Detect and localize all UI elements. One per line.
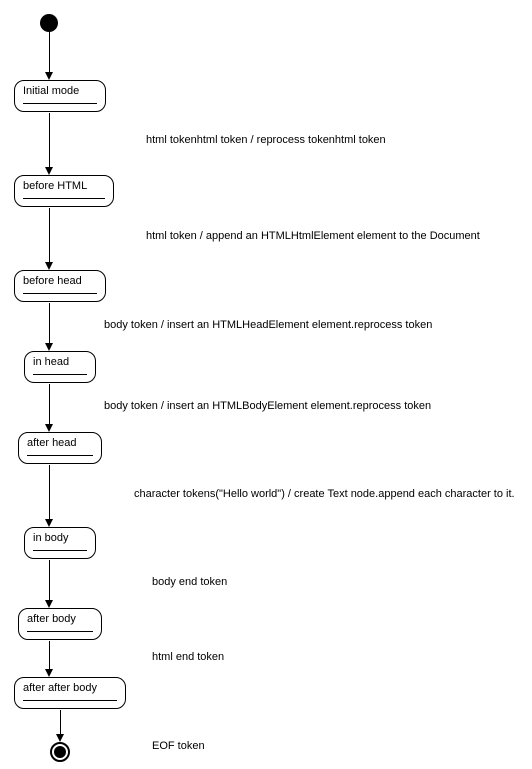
transition-label: html token / append an HTMLHtmlElement e… — [146, 230, 480, 242]
arrow-head-icon — [56, 734, 64, 742]
transition-label: body token / insert an HTMLHeadElement e… — [104, 319, 432, 331]
arrow-line — [49, 465, 50, 519]
arrow-line — [60, 710, 61, 734]
arrow-line — [49, 32, 50, 72]
state-label: in body — [33, 532, 87, 544]
arrow-head-icon — [45, 343, 53, 351]
transition-label: body end token — [152, 576, 227, 588]
state-divider — [33, 550, 87, 551]
arrow-head-icon — [45, 72, 53, 80]
arrow-line — [49, 208, 50, 262]
state-label: before HTML — [23, 180, 105, 192]
state-label: in head — [33, 356, 87, 368]
transition-label: character tokens("Hello world") / create… — [134, 488, 515, 500]
state-in-body: in body — [24, 527, 96, 559]
state-divider — [23, 293, 97, 294]
final-node — [50, 742, 70, 762]
state-after-head: after head — [18, 432, 102, 464]
state-after-after-body: after after body — [14, 677, 126, 709]
arrow-line — [49, 641, 50, 669]
initial-node — [40, 14, 58, 32]
state-diagram: Initial mode html tokenhtml token / repr… — [0, 0, 532, 769]
state-divider — [23, 103, 97, 104]
transition-label: EOF token — [152, 740, 205, 752]
state-label: after after body — [23, 682, 117, 694]
state-label: before head — [23, 275, 97, 287]
transition-label: html tokenhtml token / reprocess tokenht… — [146, 134, 386, 146]
arrow-head-icon — [45, 167, 53, 175]
arrow-line — [49, 384, 50, 424]
state-in-head: in head — [24, 351, 96, 383]
state-divider — [27, 455, 93, 456]
arrow-head-icon — [45, 669, 53, 677]
arrow-line — [49, 560, 50, 600]
transition-label: body token / insert an HTMLBodyElement e… — [104, 400, 431, 412]
state-before-head: before head — [14, 270, 106, 302]
state-label: Initial mode — [23, 85, 97, 97]
arrow-head-icon — [45, 424, 53, 432]
arrow-head-icon — [45, 600, 53, 608]
state-initial-mode: Initial mode — [14, 80, 106, 112]
state-label: after head — [27, 437, 93, 449]
arrow-line — [49, 113, 50, 167]
arrow-head-icon — [45, 519, 53, 527]
state-divider — [27, 631, 93, 632]
state-divider — [33, 374, 87, 375]
arrow-line — [49, 303, 50, 343]
state-label: after body — [27, 613, 93, 625]
state-divider — [23, 198, 105, 199]
transition-label: html end token — [152, 651, 224, 663]
state-before-html: before HTML — [14, 175, 114, 207]
state-divider — [23, 700, 117, 701]
arrow-head-icon — [45, 262, 53, 270]
state-after-body: after body — [18, 608, 102, 640]
final-node-inner — [54, 746, 66, 758]
